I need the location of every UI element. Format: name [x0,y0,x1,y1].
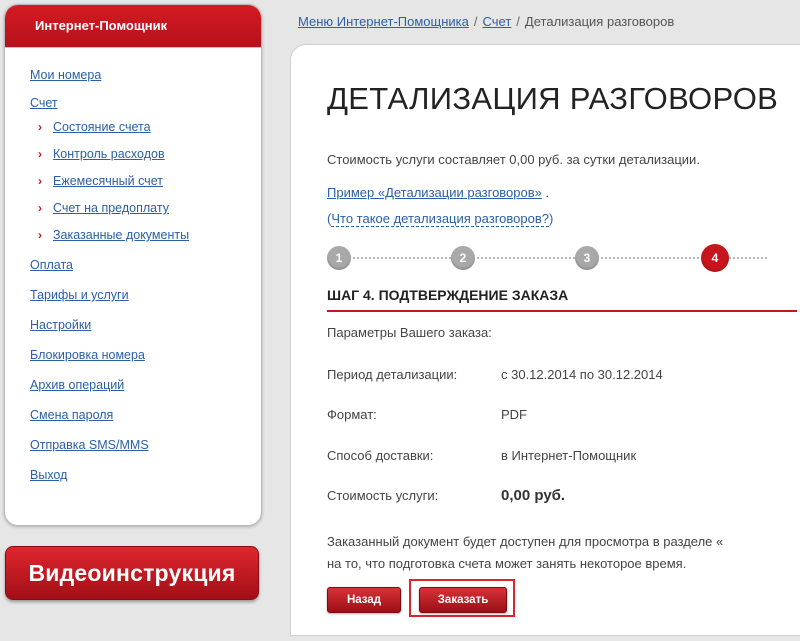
sidebar: Интернет-Помощник Мои номера Счет › Состо… [4,4,262,526]
what-is-link[interactable]: Что такое детализация разговоров? [331,211,549,227]
sidebar-item-logout[interactable]: Выход [30,468,261,482]
availability-note-line-1: Заказанный документ будет доступен для п… [327,534,724,549]
step-1: 1 [327,246,351,270]
chevron-right-icon: › [38,228,42,242]
example-link[interactable]: Пример «Детализации разговоров» [327,185,542,200]
chevron-right-icon: › [38,120,42,134]
sidebar-item-account[interactable]: Счет [30,96,261,110]
order-row-label: Стоимость услуги: [327,488,439,503]
order-row-value: PDF [501,407,527,422]
chevron-right-icon: › [38,147,42,161]
sidebar-item-change-password[interactable]: Смена пароля [30,408,261,422]
back-button[interactable]: Назад [327,587,401,613]
order-row-value: с 30.12.2014 по 30.12.2014 [501,367,663,382]
order-row-delivery: Способ доставки: в Интернет-Помощник [327,448,636,463]
breadcrumb-separator: / [473,14,478,29]
order-row-label: Способ доставки: [327,448,434,463]
sidebar-subitem-expense-control[interactable]: Контроль расходов [53,147,165,161]
what-is-row: (Что такое детализация разговоров?) [327,211,554,227]
sidebar-menu: Мои номера Счет › Состояние счета › Контро… [5,58,261,482]
order-row-period: Период детализации: с 30.12.2014 по 30.1… [327,367,663,382]
sidebar-subitem-prepay-bill[interactable]: Счет на предоплату [53,201,169,215]
availability-note: Заказанный документ будет доступен для п… [327,531,723,575]
order-button[interactable]: Заказать [419,587,507,613]
chevron-right-icon: › [38,174,42,188]
step-2: 2 [451,246,475,270]
order-row-label: Период детализации: [327,367,458,382]
what-is-close-paren: ) [548,211,554,226]
order-row-value: в Интернет-Помощник [501,448,637,463]
page-title: ДЕТАЛИЗАЦИЯ РАЗГОВОРОВ [327,81,779,116]
account-submenu: › Состояние счета › Контроль расходов › Еже… [30,110,261,242]
step-3: 3 [575,246,599,270]
sidebar-item-operations-archive[interactable]: Архив операций [30,378,261,392]
step-indicator: 1 2 3 4 [327,244,767,273]
price-note: Стоимость услуги составляет 0,00 руб. за… [327,152,700,167]
step-heading: ШАГ 4. ПОДТВЕРЖДЕНИЕ ЗАКАЗА [327,287,797,312]
sidebar-subitem-ordered-docs[interactable]: Заказанные документы [53,228,189,242]
example-row: Пример «Детализации разговоров» . [327,185,549,200]
sidebar-subitem-monthly-bill[interactable]: Ежемесячный счет [53,174,163,188]
sidebar-item-payment[interactable]: Оплата [30,258,261,272]
sidebar-item-my-numbers[interactable]: Мои номера [30,68,261,82]
order-row-cost: Стоимость услуги: 0,00 руб. [327,487,565,504]
sidebar-item-settings[interactable]: Настройки [30,318,261,332]
order-row-label: Формат: [327,407,377,422]
sidebar-item-tariffs[interactable]: Тарифы и услуги [30,288,261,302]
availability-note-line-2: на то, что подготовка счета может занять… [327,556,687,571]
breadcrumb-separator: / [516,14,520,29]
sidebar-divider [5,47,261,58]
sidebar-item-send-sms[interactable]: Отправка SMS/MMS [30,438,261,452]
chevron-right-icon: › [38,201,42,215]
order-row-format: Формат: PDF [327,407,527,422]
sidebar-subitem-account-status[interactable]: Состояние счета [53,120,151,134]
params-label: Параметры Вашего заказа: [327,325,492,340]
breadcrumb-link-account[interactable]: Счет [483,14,512,29]
video-instruction-banner[interactable]: Видеоинструкция [5,546,259,600]
example-suffix: . [541,185,550,200]
order-row-value: 0,00 руб. [501,487,566,504]
breadcrumb: Меню Интернет-Помощника / Счет / Детализация… [298,14,674,29]
sidebar-item-block-number[interactable]: Блокировка номера [30,348,261,362]
breadcrumb-current: Детализация разговоров [524,14,675,29]
breadcrumb-link-menu[interactable]: Меню Интернет-Помощника [298,14,469,29]
step-4-active: 4 [701,244,729,272]
sidebar-title: Интернет-Помощник [5,5,261,47]
main-panel: ДЕТАЛИЗАЦИЯ РАЗГОВОРОВ Стоимость услуги … [290,44,800,636]
